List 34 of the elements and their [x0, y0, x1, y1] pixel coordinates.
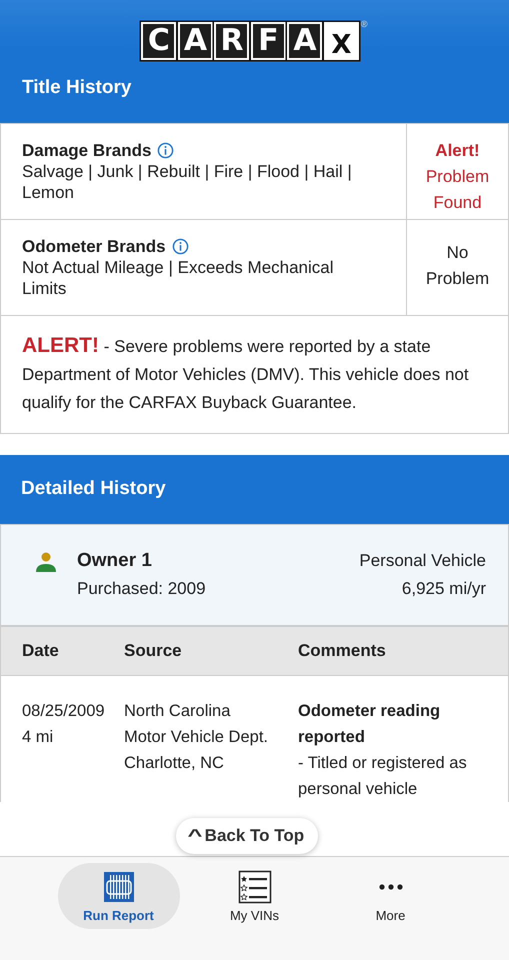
- column-header: Date: [22, 641, 60, 661]
- status-text: No Problem: [424, 242, 490, 290]
- column-header: Source: [124, 641, 183, 661]
- info-icon[interactable]: [172, 238, 189, 255]
- person-icon: [35, 551, 57, 573]
- brand-detail: Not Actual Mileage | Exceeds Mechanical Limits: [22, 257, 335, 299]
- info-icon[interactable]: [157, 142, 174, 159]
- more-icon: [378, 884, 402, 890]
- annual-mileage: 6,925 mi/yr: [400, 578, 486, 600]
- registered-mark: ®: [360, 20, 368, 29]
- owner-name: Owner 1: [77, 549, 153, 573]
- status-text: Problem Found: [424, 166, 490, 214]
- section-header: Detailed History: [0, 455, 509, 524]
- table-cell-text: 08/25/2009: [22, 701, 106, 722]
- section-title: Title History: [21, 76, 132, 100]
- brand-detail: Salvage | Junk | Rebuilt | Fire | Flood | Hail | Lemon: [22, 161, 353, 203]
- carfax-logo: C A R F A X ®: [141, 20, 368, 61]
- comment-title: Odometer reading reported: [298, 701, 442, 748]
- comment-text: - Titled or registered as personal vehicle: [298, 753, 468, 800]
- star-list-icon: [238, 870, 272, 904]
- purchase-year: Purchased: 2009: [77, 578, 207, 600]
- table-cell-text: 4 mi: [22, 727, 54, 748]
- column-header: Comments: [298, 641, 386, 661]
- tab-item[interactable]: More: [330, 863, 452, 929]
- status-text: Alert!: [434, 140, 481, 162]
- brand-label: Odometer Brands: [22, 236, 166, 257]
- alert-message: ALERT! - Severe problems were reported by a state Department of Motor Vehicles (DMV). This vehicle does not qualify for the CARFAX Buyback Guarantee.: [21, 333, 470, 414]
- tab-item[interactable]: My VINs: [194, 863, 316, 929]
- vehicle-use: Personal Vehicle: [359, 550, 486, 572]
- table-cell-text: North Carolina Motor Vehicle Dept. Charlotte, NC: [124, 701, 269, 774]
- tab-item[interactable]: Run Report: [58, 863, 180, 929]
- back-to-top-button[interactable]: ^Back To Top: [176, 818, 318, 854]
- barcode-icon: [102, 870, 136, 904]
- brand-label: Damage Brands: [22, 140, 152, 161]
